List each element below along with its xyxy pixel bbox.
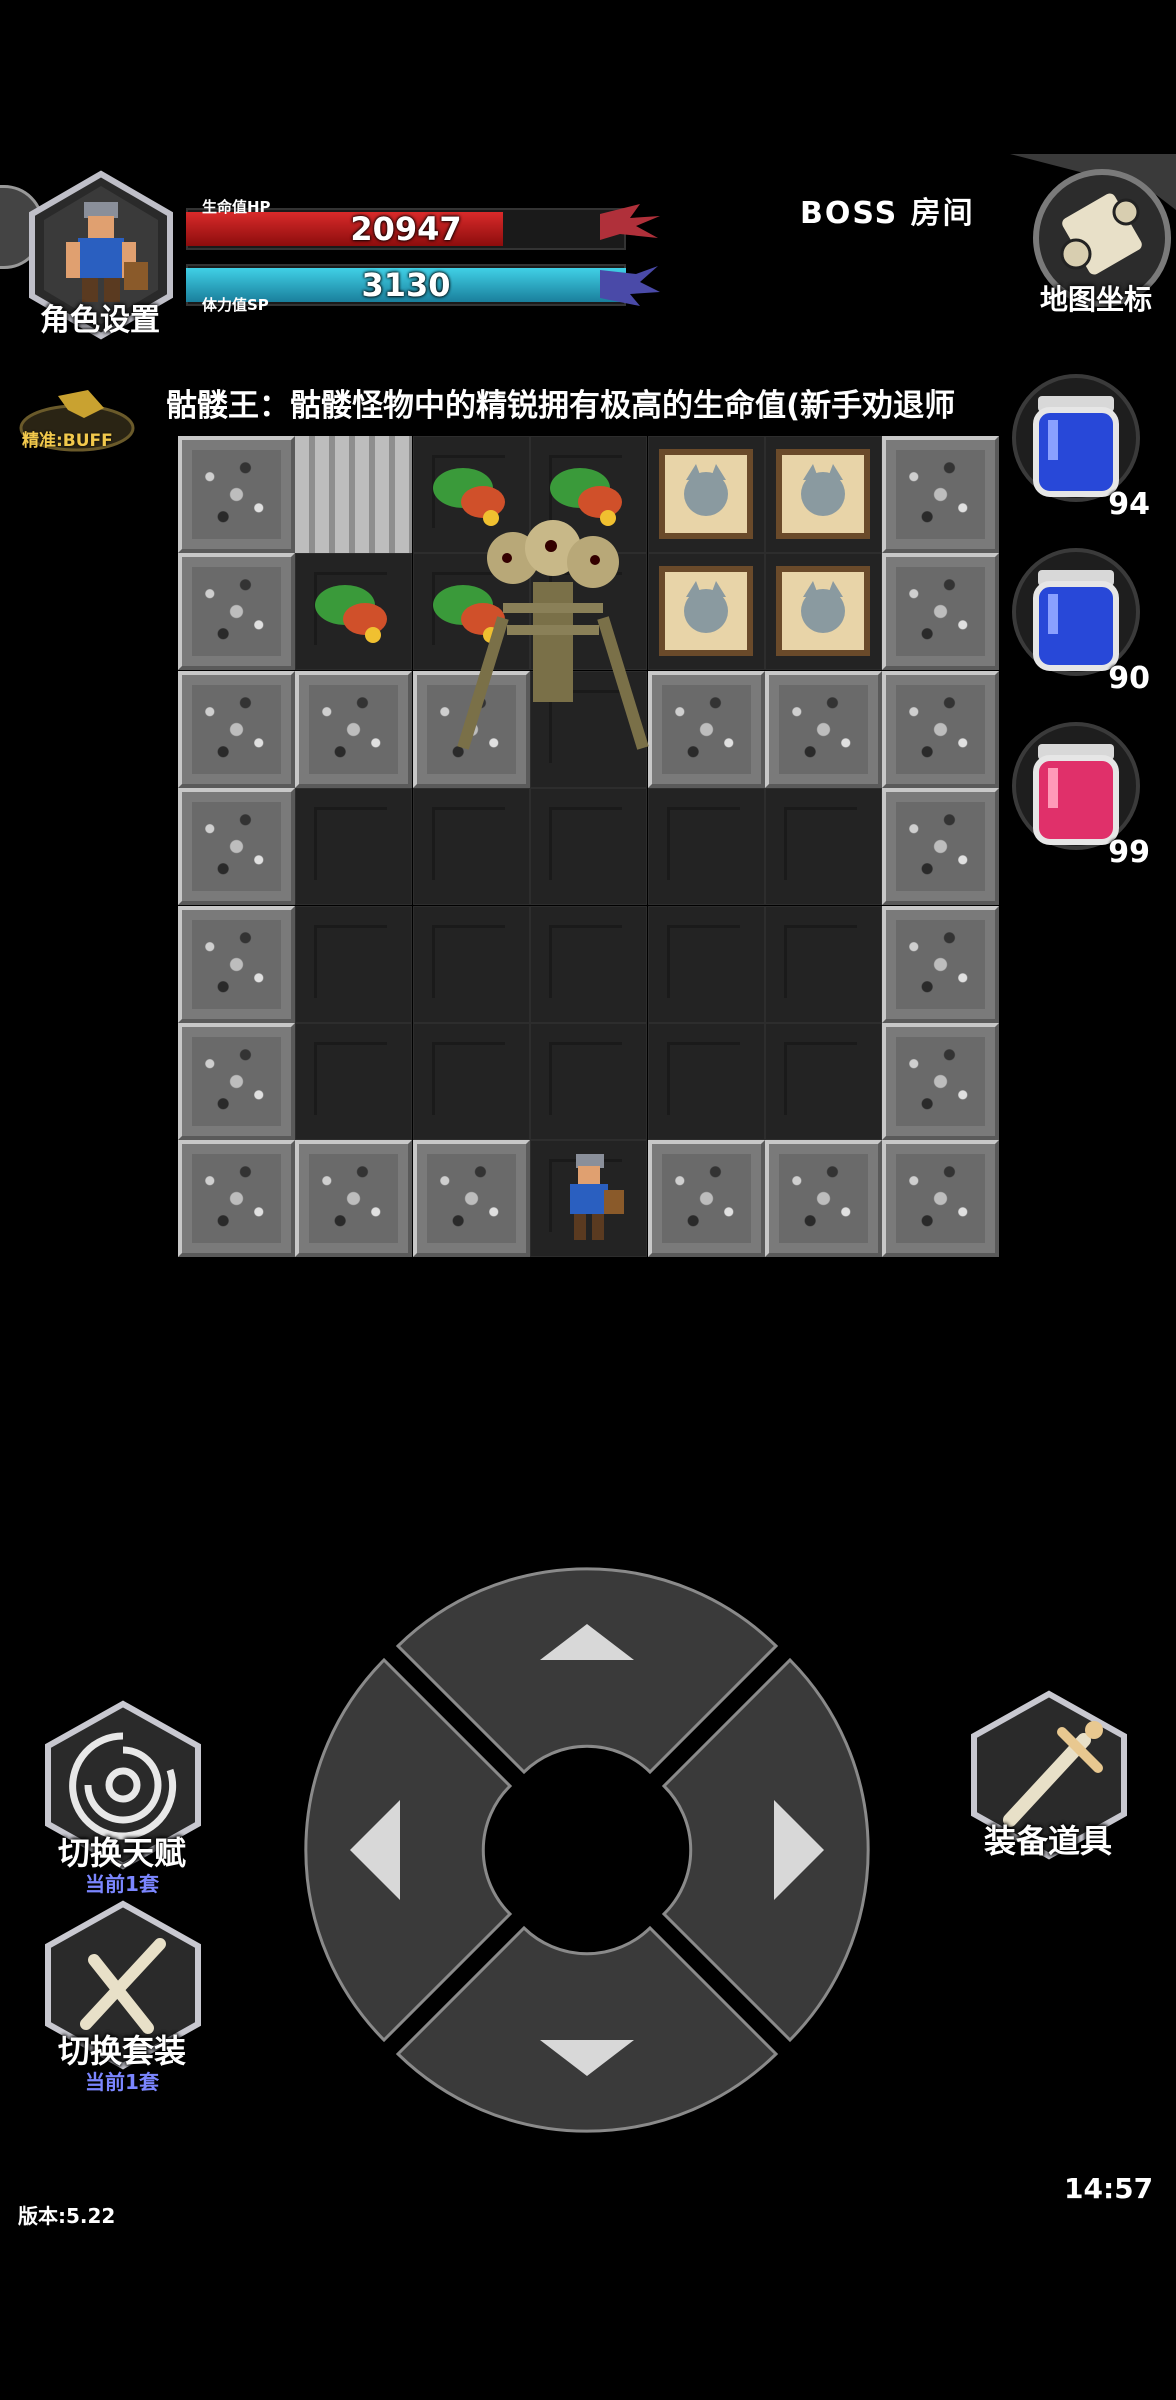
switch-set-sub: 当前1套 <box>85 2070 159 2094</box>
wall-tile <box>882 1140 1000 1258</box>
floor-tile <box>647 1023 765 1140</box>
floor-tile <box>530 905 648 1023</box>
wall-tile <box>178 905 295 1023</box>
boss-notice: 骷髅王：骷髅怪物中的精锐拥有极高的生命值(新手劝退师 <box>166 388 956 424</box>
potion-count: 90 <box>1108 661 1150 696</box>
dungeon-board[interactable] <box>178 436 1000 1258</box>
wall-tile <box>178 788 295 906</box>
floor-tile <box>412 788 530 906</box>
potion-slot-2[interactable]: 90 <box>1010 546 1150 696</box>
switch-talent-sub: 当前1套 <box>85 1872 159 1896</box>
wall-tile <box>882 553 1000 671</box>
wall-tile <box>765 1140 882 1258</box>
floor-tile <box>530 788 648 906</box>
stairs-tile <box>295 436 413 553</box>
hp-caption: 生命值HP <box>202 198 271 216</box>
floor-tile <box>295 905 413 1023</box>
room-label: BOSS 房间 <box>800 196 975 231</box>
wall-tile <box>882 1023 1000 1140</box>
character-settings-label[interactable]: 角色设置 <box>20 295 180 339</box>
wall-tile <box>882 670 1000 788</box>
skeleton-king-boss-icon[interactable] <box>443 518 663 778</box>
wall-tile <box>178 1140 295 1258</box>
wall-tile <box>295 670 413 788</box>
potion-count: 94 <box>1108 487 1150 522</box>
wolf-treasure-icon[interactable] <box>656 561 756 661</box>
potion-slot-1[interactable]: 94 <box>1010 372 1150 522</box>
hp-wing-icon <box>600 204 660 240</box>
map-coordinates-label[interactable]: 地图坐标 <box>1040 278 1152 318</box>
floor-tile <box>530 1023 648 1140</box>
wall-tile <box>765 670 882 788</box>
sp-wing-icon <box>600 266 660 306</box>
wolf-treasure-icon[interactable] <box>656 444 756 544</box>
sp-bar: 3130 体力值SP <box>186 264 660 314</box>
floor-tile <box>412 905 530 1023</box>
floor-tile <box>295 1023 413 1140</box>
map-coordinates-button[interactable] <box>1010 150 1176 350</box>
wall-tile <box>882 788 1000 906</box>
floor-tile <box>765 1023 882 1140</box>
wolf-treasure-icon[interactable] <box>773 444 873 544</box>
wolf-treasure-icon[interactable] <box>773 561 873 661</box>
floor-tile <box>765 788 882 906</box>
hp-bar: 20947 生命值HP <box>186 198 660 250</box>
plant-monster-icon[interactable] <box>303 561 403 661</box>
wall-tile <box>295 1140 413 1258</box>
dpad[interactable] <box>290 1550 884 2150</box>
wall-tile <box>178 670 295 788</box>
equip-items-label[interactable]: 装备道具 <box>948 1816 1148 1862</box>
wall-tile <box>882 905 1000 1023</box>
floor-tile <box>412 1023 530 1140</box>
floor-tile <box>295 788 413 906</box>
sp-caption: 体力值SP <box>202 296 269 314</box>
version-label: 版本:5.22 <box>18 2204 116 2228</box>
floor-tile <box>765 905 882 1023</box>
wall-tile <box>882 436 1000 553</box>
floor-tile <box>647 788 765 906</box>
wall-tile <box>178 553 295 671</box>
buff-label: 精准:BUFF <box>22 431 113 451</box>
floor-tile <box>647 905 765 1023</box>
potion-count: 99 <box>1108 835 1150 870</box>
wall-tile <box>178 436 295 553</box>
hero-character-icon[interactable] <box>538 1148 638 1248</box>
potion-slot-3[interactable]: 99 <box>1010 720 1150 870</box>
wall-tile <box>647 670 765 788</box>
clock: 14:57 <box>1064 2172 1154 2205</box>
wall-tile <box>178 1023 295 1140</box>
wall-tile <box>647 1140 765 1258</box>
wall-tile <box>412 1140 530 1258</box>
